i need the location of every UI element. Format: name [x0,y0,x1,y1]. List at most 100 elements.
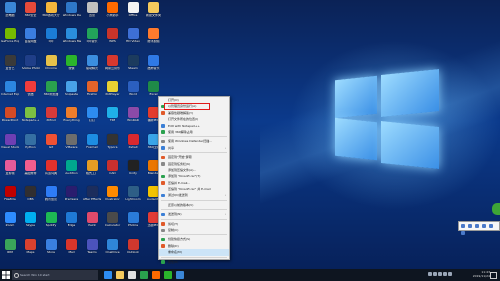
desktop-icon[interactable]: Mail [63,238,81,254]
desktop-icon[interactable]: HD Video [124,28,142,43]
context-menu-item[interactable]: 发送到(N) › [159,211,229,217]
desktop-icon[interactable]: Office [124,2,142,17]
toolbar-icon[interactable] [461,224,465,228]
desktop-icon[interactable]: Skype [22,212,40,227]
desktop-icon[interactable]: VMware [63,133,81,149]
desktop-icon[interactable]: 爱剪辑 [1,159,19,175]
desktop-icon[interactable]: 钉钉 [83,107,101,122]
desktop-icon[interactable]: Steam [124,54,142,70]
desktop-icon[interactable]: PotPlayer [104,80,122,96]
desktop-icon[interactable]: Teams [83,238,101,254]
desktop-icon[interactable]: Git [42,133,60,149]
context-menu-item[interactable]: 通过QQ发送到 › [159,192,229,198]
floating-toolbar[interactable] [458,221,500,235]
desktop-icon[interactable]: Notepad++ [22,107,40,122]
desktop-icon[interactable]: 格式工厂 [83,159,101,175]
desktop-icon[interactable]: Outlook [124,238,142,254]
desktop-icon[interactable]: 360浏览器 [42,80,60,96]
taskbar-app-icon[interactable] [116,271,124,279]
desktop-icon[interactable]: 美图秀秀 [22,159,40,175]
desktop-icon[interactable]: Paint [83,212,101,227]
floating-widget-handle[interactable] [492,203,500,215]
desktop-icon[interactable]: Internet Explorer [1,80,19,96]
desktop-icon[interactable]: CAD [104,159,122,175]
desktop-icon[interactable]: 腾讯视频 [145,28,163,43]
desktop-icon[interactable]: OBS [22,186,40,201]
desktop-icon[interactable]: Illustrator [104,186,122,201]
desktop-icon[interactable]: 小米助手 [104,2,122,17]
desktop-icon[interactable]: Firefox [83,80,101,96]
desktop-icon[interactable]: Edge [63,212,81,227]
desktop-icon[interactable]: Foxmail [83,133,101,149]
context-menu-item[interactable]: 共享 › [159,145,229,151]
desktop-icon[interactable]: 爱奇艺 [1,54,19,70]
notification-icon[interactable] [490,272,497,279]
context-menu-item[interactable]: 复制(C) [159,227,229,233]
taskbar-app-icon[interactable] [104,271,112,279]
desktop-icon[interactable]: Maps [22,238,40,254]
desktop-icon[interactable]: Excel [145,80,163,96]
clock[interactable]: 11:43 2019/11/24 [473,270,490,278]
desktop-icon[interactable]: 驱动精灵 [83,54,101,70]
desktop-icon[interactable]: 迅雷 [83,2,101,17]
desktop-icon[interactable]: Calculator [104,212,122,227]
desktop-icon[interactable]: Store [42,238,60,254]
desktop-icon[interactable]: Spotify [42,212,60,227]
desktop-icon[interactable]: OneDrive [104,238,122,254]
desktop-icon[interactable]: Audition [63,159,81,175]
desktop-icon[interactable]: QQ音乐 [83,28,101,43]
desktop-icon[interactable]: 此电脑 [1,2,19,17]
desktop-icon[interactable]: GeForce Experience [1,28,19,43]
desktop-icon[interactable]: After Effects [83,186,101,201]
desktop-icon[interactable]: 酷狗音乐 [145,54,163,70]
desktop-icon[interactable]: WinRAR [124,107,142,122]
desktop-icon[interactable]: 360安全 [22,2,40,17]
desktop-icon[interactable]: Everything [63,107,81,122]
taskbar-search-box[interactable]: Search Win 10 start [12,270,98,280]
desktop-icon[interactable]: Xshell [124,133,142,149]
desktop-icon[interactable]: 百度网盘 [22,28,40,43]
desktop-icon[interactable]: Photos [124,212,142,227]
taskbar-app-icon[interactable] [164,271,172,279]
taskbar-app-icon[interactable] [176,271,184,279]
desktop-icon[interactable]: Zoom [1,212,19,227]
desktop-icon[interactable]: Visual Studio [1,133,19,149]
desktop-icon[interactable]: Snipaste [63,80,81,96]
toolbar-icon[interactable] [482,224,486,228]
desktop-icon[interactable]: Typora [104,133,122,149]
desktop-icon[interactable]: IDM [1,238,19,254]
taskbar-app-icon[interactable] [128,271,136,279]
desktop-icon[interactable]: XMind [42,107,60,122]
windows-start-icon[interactable] [2,271,10,279]
desktop-icon[interactable]: Word [124,80,142,96]
desktop-icon[interactable]: WPS [104,28,122,43]
taskbar-app-icon[interactable] [140,271,148,279]
toolbar-icon[interactable] [489,224,493,228]
desktop-icon[interactable]: 腾讯会议 [42,186,60,201]
context-menu-item[interactable]: 属性(R) [159,259,229,265]
desktop-icon[interactable]: Premiere [63,186,81,201]
toolbar-icon[interactable] [475,224,479,228]
desktop-icon[interactable]: Windows Media Player [63,28,81,43]
context-menu-item[interactable]: 还原以前的版本(V) [159,202,229,208]
desktop-icon[interactable]: Windows Defender [63,2,81,17]
desktop-icon[interactable]: 网易云音乐 [104,54,122,70]
tray-icons[interactable] [428,272,458,277]
desktop-icon[interactable]: 有道词典 [42,159,60,175]
context-menu-item[interactable]: 重命名(M) [159,249,229,256]
desktop-icon[interactable]: Python [22,133,40,149]
desktop-icon[interactable]: TIM [104,107,122,122]
desktop-icon[interactable]: Unity [124,159,142,175]
desktop-icon[interactable]: Chrome [42,54,60,70]
taskbar-app-icon[interactable] [152,271,160,279]
desktop-icon[interactable]: Adobe Photoshop [22,54,40,70]
desktop-icon[interactable]: PowerPoint [1,107,19,122]
toolbar-icon[interactable] [468,224,472,228]
desktop-icon[interactable]: QQ [42,28,60,43]
desktop-icon[interactable]: Lightroom [124,186,142,201]
desktop-icon[interactable]: 微信 [63,54,81,70]
desktop-icon[interactable]: 360游戏大厅 [42,2,60,17]
toolbar-icon[interactable] [461,231,465,235]
desktop-icon[interactable]: FileZilla [1,186,19,201]
desktop-icon[interactable]: 优酷 [22,80,40,96]
